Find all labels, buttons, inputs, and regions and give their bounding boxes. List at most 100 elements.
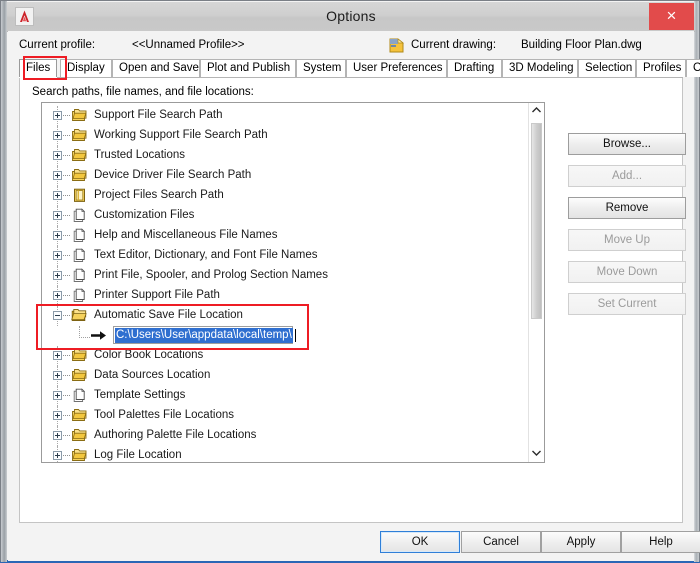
- expand-plus-icon[interactable]: [53, 351, 62, 360]
- stacked-pages-icon: [71, 268, 88, 283]
- stacked-folders-icon: [71, 348, 88, 363]
- files-tab-panel: Search paths, file names, and file locat…: [19, 78, 683, 523]
- tree-connector-dash: [63, 175, 70, 177]
- tree-item[interactable]: Trusted Locations: [42, 146, 529, 166]
- apply-button[interactable]: Apply: [541, 531, 621, 553]
- expand-plus-icon[interactable]: [53, 171, 62, 180]
- tree-connector-dash: [63, 375, 70, 377]
- tree-item[interactable]: Automatic Save File Location: [42, 306, 529, 326]
- browse-button[interactable]: Browse...: [568, 133, 686, 155]
- tree-connector-dash: [63, 295, 70, 297]
- tree-item-label: Authoring Palette File Locations: [94, 429, 256, 441]
- expand-plus-icon[interactable]: [53, 451, 62, 460]
- automatic-save-path-input[interactable]: C:\Users\User\appdata\local\temp\: [113, 326, 293, 344]
- tree-connector-dash: [63, 195, 70, 197]
- tree-item-label: Project Files Search Path: [94, 189, 224, 201]
- tab-display[interactable]: Display: [60, 59, 112, 77]
- expand-plus-icon[interactable]: [53, 271, 62, 280]
- tree-connector-dash: [63, 255, 70, 257]
- stacked-pages-icon: [71, 248, 88, 263]
- tree-item[interactable]: Data Sources Location: [42, 366, 529, 386]
- tree-item-label: Printer Support File Path: [94, 289, 220, 301]
- tab-online[interactable]: Online: [686, 59, 700, 77]
- stacked-folders-icon: [71, 448, 88, 463]
- tree-item[interactable]: Log File Location: [42, 446, 529, 463]
- panel-description-label: Search paths, file names, and file locat…: [32, 86, 254, 98]
- tab-user-preferences[interactable]: User Preferences: [346, 59, 447, 77]
- tree-item[interactable]: Authoring Palette File Locations: [42, 426, 529, 446]
- file-paths-treeview[interactable]: Support File Search PathWorking Support …: [41, 102, 545, 463]
- dialog-body: Current profile: <<Unnamed Profile>> Cur…: [8, 31, 694, 561]
- tree-item-label: Color Book Locations: [94, 349, 203, 361]
- tree-item[interactable]: Device Driver File Search Path: [42, 166, 529, 186]
- tree-item[interactable]: Printer Support File Path: [42, 286, 529, 306]
- tree-connector-dash: [63, 395, 70, 397]
- expand-plus-icon[interactable]: [53, 231, 62, 240]
- tree-connector-elbow: [79, 326, 90, 338]
- tree-item-label: Template Settings: [94, 389, 185, 401]
- close-icon[interactable]: [649, 3, 694, 30]
- chevron-down-icon[interactable]: [529, 446, 544, 462]
- tab-open-and-save[interactable]: Open and Save: [112, 59, 200, 77]
- expand-plus-icon[interactable]: [53, 111, 62, 120]
- tree-item[interactable]: Customization Files: [42, 206, 529, 226]
- tree-connector-dash: [63, 315, 70, 317]
- tab-selection[interactable]: Selection: [578, 59, 636, 77]
- expand-plus-icon[interactable]: [53, 251, 62, 260]
- tree-item[interactable]: Support File Search Path: [42, 106, 529, 126]
- tab-system[interactable]: System: [296, 59, 346, 77]
- tree-connector-dash: [63, 115, 70, 117]
- tree-item-label: Data Sources Location: [94, 369, 210, 381]
- expand-plus-icon[interactable]: [53, 411, 62, 420]
- tab-files[interactable]: Files: [19, 59, 57, 77]
- tree-item[interactable]: Print File, Spooler, and Prolog Section …: [42, 266, 529, 286]
- expand-plus-icon[interactable]: [53, 291, 62, 300]
- cancel-button[interactable]: Cancel: [461, 531, 541, 553]
- scroll-track[interactable]: [529, 119, 544, 446]
- arrow-right-icon: [91, 330, 107, 341]
- tree-item[interactable]: Text Editor, Dictionary, and Font File N…: [42, 246, 529, 266]
- stacked-folders-icon: [71, 428, 88, 443]
- stacked-pages-icon: [71, 388, 88, 403]
- expand-plus-icon[interactable]: [53, 391, 62, 400]
- window-left-edge: [1, 1, 7, 562]
- expand-plus-icon[interactable]: [53, 431, 62, 440]
- expand-plus-icon[interactable]: [53, 371, 62, 380]
- tree-item-label: Device Driver File Search Path: [94, 169, 251, 181]
- current-drawing-label: Current drawing:: [411, 39, 496, 51]
- binder-icon: [71, 188, 88, 203]
- tree-item[interactable]: Template Settings: [42, 386, 529, 406]
- expand-plus-icon[interactable]: [53, 131, 62, 140]
- tree-item[interactable]: Tool Palettes File Locations: [42, 406, 529, 426]
- current-profile-value: <<Unnamed Profile>>: [132, 39, 245, 51]
- tab-drafting[interactable]: Drafting: [447, 59, 502, 77]
- expand-plus-icon[interactable]: [53, 191, 62, 200]
- tree-item[interactable]: Working Support File Search Path: [42, 126, 529, 146]
- remove-button[interactable]: Remove: [568, 197, 686, 219]
- scroll-thumb[interactable]: [531, 123, 542, 319]
- tree-item-label: Print File, Spooler, and Prolog Section …: [94, 269, 328, 281]
- current-drawing-value: Building Floor Plan.dwg: [521, 39, 642, 51]
- expand-plus-icon[interactable]: [53, 151, 62, 160]
- tree-item-label: Tool Palettes File Locations: [94, 409, 234, 421]
- stacked-folders-icon: [71, 368, 88, 383]
- treeview-scrollbar[interactable]: [528, 103, 544, 462]
- tree-connector-dash: [63, 435, 70, 437]
- side-button-group: Browse...Add...RemoveMove UpMove DownSet…: [568, 133, 686, 325]
- collapse-minus-icon[interactable]: [53, 311, 62, 320]
- tree-item[interactable]: Help and Miscellaneous File Names: [42, 226, 529, 246]
- chevron-up-icon[interactable]: [529, 103, 544, 119]
- ok-button[interactable]: OK: [380, 531, 460, 553]
- tree-path-row[interactable]: C:\Users\User\appdata\local\temp\: [42, 326, 529, 346]
- tree-item[interactable]: Project Files Search Path: [42, 186, 529, 206]
- tree-connector-dash: [63, 355, 70, 357]
- stacked-pages-icon: [71, 228, 88, 243]
- help-button[interactable]: Help: [621, 531, 700, 553]
- tab-profiles[interactable]: Profiles: [636, 59, 686, 77]
- tree-item[interactable]: Color Book Locations: [42, 346, 529, 366]
- expand-plus-icon[interactable]: [53, 211, 62, 220]
- tab-strip: FilesDisplayOpen and SavePlot and Publis…: [19, 58, 683, 78]
- dialog-button-row: OKCancelApplyHelp: [8, 531, 694, 557]
- tab-3d-modeling[interactable]: 3D Modeling: [502, 59, 578, 77]
- tab-plot-and-publish[interactable]: Plot and Publish: [200, 59, 296, 77]
